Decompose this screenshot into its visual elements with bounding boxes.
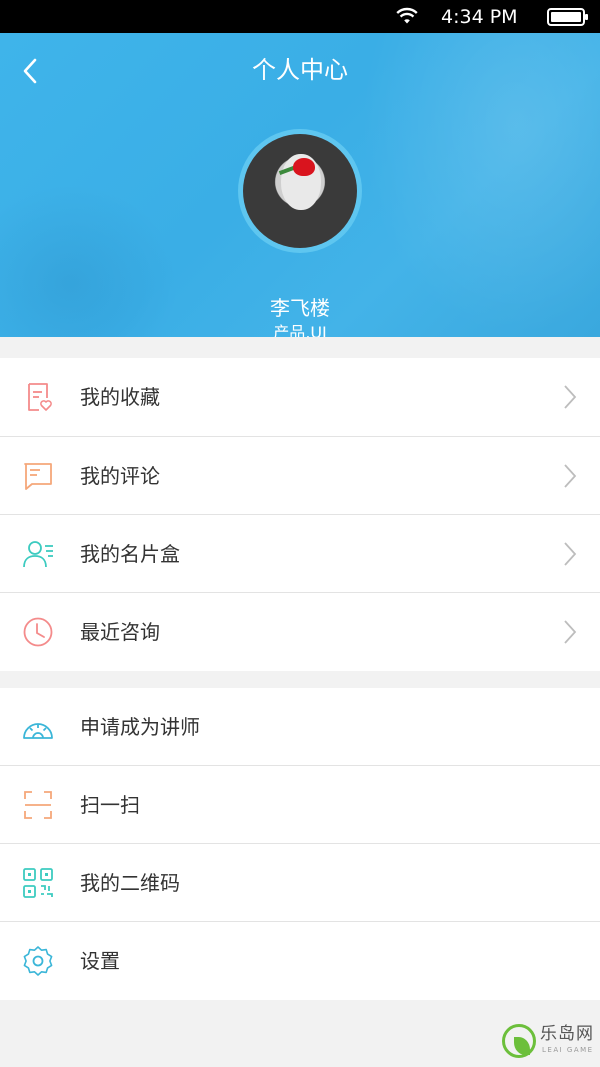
menu-item-settings[interactable]: 设置: [0, 922, 600, 1000]
avatar-rose: [293, 158, 315, 176]
gear-icon: [23, 946, 53, 976]
favorites-icon: [28, 383, 52, 411]
menu-group-primary: 我的收藏 我的评论 我的名片盒 最近咨询: [0, 358, 600, 671]
watermark-text: 乐岛网: [540, 1024, 594, 1044]
menu-item-label: 我的评论: [80, 464, 160, 488]
menu-item-label: 我的名片盒: [80, 542, 180, 566]
status-bar: 4:34 PM: [0, 0, 600, 33]
profile-header: 个人中心 李飞楼 产品,UI: [0, 33, 600, 337]
qr-code-icon: [23, 868, 53, 898]
menu-item-label: 我的二维码: [80, 871, 180, 895]
battery-icon: [547, 8, 588, 26]
menu-item-apply-lecturer[interactable]: 申请成为讲师: [0, 688, 600, 766]
wifi-icon: [396, 7, 418, 24]
user-role: 产品,UI: [273, 323, 327, 337]
comment-icon: [24, 463, 52, 490]
leaf-logo-icon: [502, 1024, 536, 1058]
clock-icon: [23, 617, 53, 647]
chevron-right-icon: [564, 620, 577, 644]
chevron-right-icon: [564, 542, 577, 566]
leaf-icon: [514, 1037, 530, 1055]
avatar-photo: [243, 134, 357, 248]
contacts-icon: [23, 541, 53, 568]
avatar[interactable]: [238, 129, 362, 253]
menu-item-label: 最近咨询: [80, 620, 160, 644]
menu-item-label: 我的收藏: [80, 385, 160, 409]
menu-item-favorites[interactable]: 我的收藏: [0, 358, 600, 436]
menu-item-scan[interactable]: 扫一扫: [0, 766, 600, 844]
scan-icon: [24, 791, 52, 819]
lecturer-icon: [23, 723, 53, 739]
menu-group-secondary: 申请成为讲师 扫一扫 我的二维码 设置: [0, 688, 600, 1000]
chevron-right-icon: [564, 464, 577, 488]
menu-item-label: 设置: [80, 949, 120, 973]
menu-item-qr-code[interactable]: 我的二维码: [0, 844, 600, 922]
chevron-right-icon: [564, 385, 577, 409]
menu-item-label: 申请成为讲师: [80, 715, 200, 739]
user-name: 李飞楼: [270, 296, 330, 320]
menu-item-contacts[interactable]: 我的名片盒: [0, 515, 600, 593]
menu-item-recent-consult[interactable]: 最近咨询: [0, 593, 600, 671]
menu-item-comments[interactable]: 我的评论: [0, 437, 600, 515]
watermark-logo: 乐岛网 LEAI GAME: [502, 1022, 594, 1062]
menu-item-label: 扫一扫: [80, 793, 140, 817]
watermark-subtext: LEAI GAME: [542, 1046, 594, 1054]
page-title: 个人中心: [252, 56, 348, 84]
status-time: 4:34 PM: [441, 6, 518, 28]
